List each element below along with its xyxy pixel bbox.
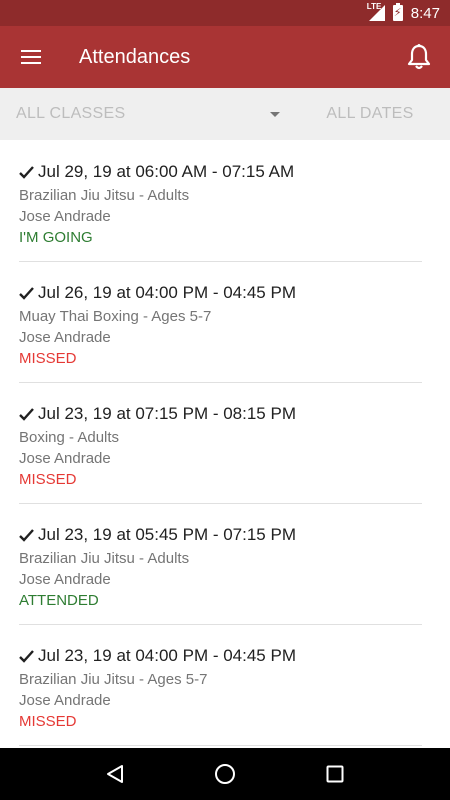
recents-button[interactable] [315,754,355,794]
attendance-datetime: Jul 29, 19 at 06:00 AM - 07:15 AM [38,162,295,181]
list-item[interactable]: Jul 26, 19 at 04:00 PM - 04:45 PM Muay T… [19,262,422,383]
attendance-class: Brazilian Jiu Jitsu - Ages 5-7 [19,671,208,688]
attendance-student: Jose Andrade [19,450,111,467]
dates-filter-label: ALL DATES [326,105,414,122]
network-type: LTE [366,2,382,11]
attendance-student: Jose Andrade [19,208,111,225]
home-button[interactable] [205,754,245,794]
attendance-status: MISSED [19,350,77,367]
attendance-datetime: Jul 23, 19 at 07:15 PM - 08:15 PM [38,404,296,423]
attendance-status: I'M GOING [19,229,93,246]
attendance-datetime: Jul 23, 19 at 04:00 PM - 04:45 PM [38,646,296,665]
check-icon [19,528,34,542]
dates-filter-button[interactable]: ALL DATES [290,88,450,140]
notifications-button[interactable] [388,26,450,88]
page-title: Attendances [79,45,191,68]
check-icon [19,286,34,300]
check-icon [19,407,34,421]
attendance-datetime: Jul 23, 19 at 05:45 PM - 07:15 PM [38,525,296,544]
attendance-student: Jose Andrade [19,571,111,588]
list-item[interactable]: Jul 23, 19 at 07:15 PM - 08:15 PM Boxing… [19,383,422,504]
bell-icon [407,44,431,70]
back-icon [107,765,123,783]
attendance-status: MISSED [19,713,77,730]
check-icon [19,649,34,663]
battery-icon: ⚡ [392,3,403,21]
class-filter-value: ALL CLASSES [16,105,126,122]
attendance-class: Muay Thai Boxing - Ages 5-7 [19,308,212,325]
attendance-status: MISSED [19,471,77,488]
attendance-datetime: Jul 26, 19 at 04:00 PM - 04:45 PM [38,283,296,302]
menu-button[interactable] [0,26,62,88]
class-filter-select[interactable]: ALL CLASSES [0,88,290,140]
list-item[interactable]: Jul 23, 19 at 05:45 PM - 07:15 PM Brazil… [19,504,422,625]
home-icon [215,764,235,784]
attendance-student: Jose Andrade [19,329,111,346]
attendance-class: Brazilian Jiu Jitsu - Adults [19,550,190,567]
attendance-student: Jose Andrade [19,692,111,709]
system-nav-bar [0,748,450,800]
list-item[interactable]: Jul 29, 19 at 06:00 AM - 07:15 AM Brazil… [19,141,422,262]
attendance-status: ATTENDED [19,592,99,609]
menu-icon [21,50,41,64]
status-bar: LTE ⚡ 8:47 [0,0,450,26]
app-bar: Attendances [0,26,450,88]
list-item[interactable]: Jul 23, 19 at 04:00 PM - 04:45 PM Brazil… [19,625,422,746]
attendance-class: Brazilian Jiu Jitsu - Adults [19,187,190,204]
attendance-class: Boxing - Adults [19,429,120,446]
attendance-list: Jul 29, 19 at 06:00 AM - 07:15 AM Brazil… [0,141,450,748]
signal-icon: LTE [366,2,385,21]
recents-icon [326,765,344,783]
check-icon [19,165,34,179]
filter-bar: ALL CLASSES ALL DATES [0,88,450,140]
clock: 8:47 [410,4,440,22]
back-button[interactable] [95,754,135,794]
dropdown-arrow-icon [270,111,280,117]
